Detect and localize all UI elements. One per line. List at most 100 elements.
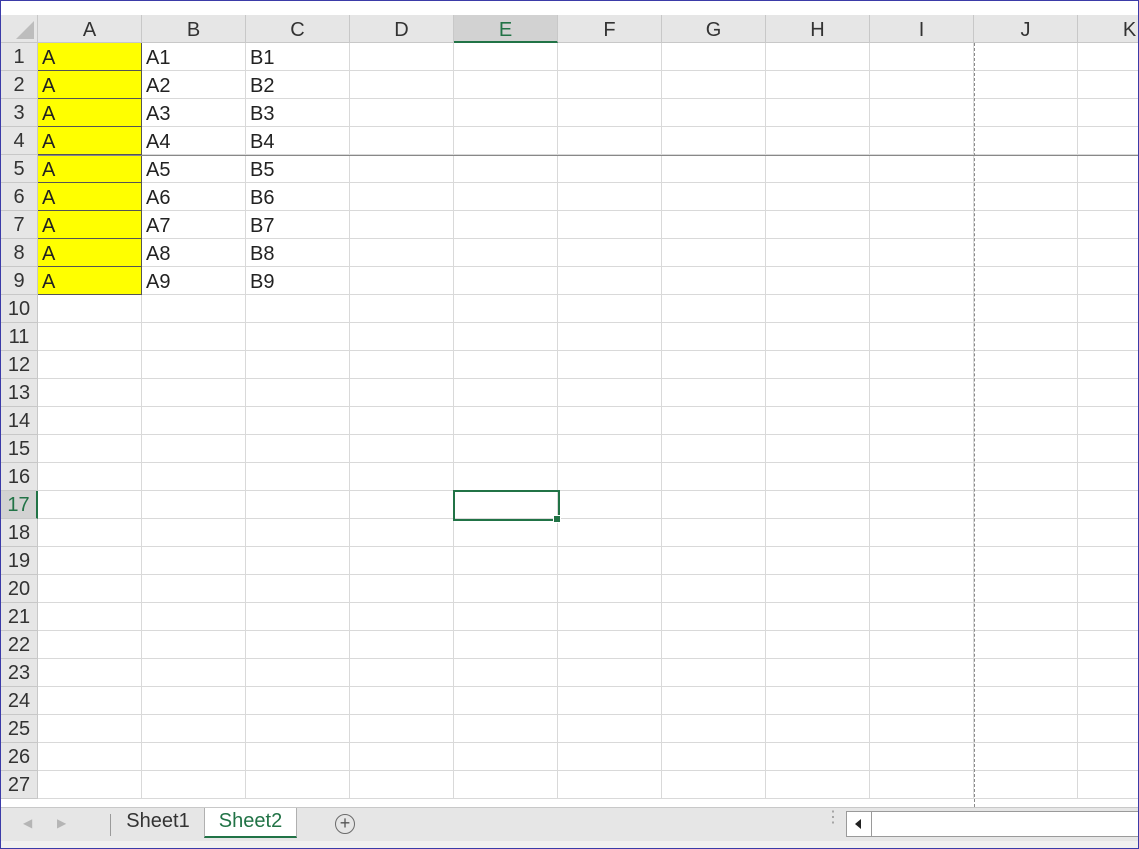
- cell-k2[interactable]: [1078, 71, 1138, 99]
- row-header-12[interactable]: 12: [1, 351, 38, 379]
- cell-f16[interactable]: [558, 463, 662, 491]
- cell-a10[interactable]: [38, 295, 142, 323]
- row-header-16[interactable]: 16: [1, 463, 38, 491]
- cell-g14[interactable]: [662, 407, 766, 435]
- row-header-26[interactable]: 26: [1, 743, 38, 771]
- cell-i26[interactable]: [870, 743, 974, 771]
- cell-e1[interactable]: [454, 43, 558, 71]
- cell-i17[interactable]: [870, 491, 974, 519]
- cell-b18[interactable]: [142, 519, 246, 547]
- cell-k10[interactable]: [1078, 295, 1138, 323]
- cell-i1[interactable]: [870, 43, 974, 71]
- cell-j9[interactable]: [974, 267, 1078, 295]
- cell-a18[interactable]: [38, 519, 142, 547]
- cell-e25[interactable]: [454, 715, 558, 743]
- cell-g26[interactable]: [662, 743, 766, 771]
- cell-i13[interactable]: [870, 379, 974, 407]
- cell-f22[interactable]: [558, 631, 662, 659]
- row-header-22[interactable]: 22: [1, 631, 38, 659]
- cell-g10[interactable]: [662, 295, 766, 323]
- cell-c4[interactable]: B4: [246, 127, 350, 155]
- cell-c12[interactable]: [246, 351, 350, 379]
- cell-j7[interactable]: [974, 211, 1078, 239]
- sheet-tab-sheet1[interactable]: Sheet1: [113, 808, 203, 838]
- cell-h2[interactable]: [766, 71, 870, 99]
- more-dots-icon[interactable]: ⋮: [825, 810, 841, 826]
- fill-handle[interactable]: [553, 515, 561, 523]
- cell-a26[interactable]: [38, 743, 142, 771]
- cell-a16[interactable]: [38, 463, 142, 491]
- cell-g21[interactable]: [662, 603, 766, 631]
- row-header-7[interactable]: 7: [1, 211, 38, 239]
- cell-e22[interactable]: [454, 631, 558, 659]
- cell-d22[interactable]: [350, 631, 454, 659]
- cell-d3[interactable]: [350, 99, 454, 127]
- cell-h5[interactable]: [766, 155, 870, 183]
- cell-e9[interactable]: [454, 267, 558, 295]
- cell-c26[interactable]: [246, 743, 350, 771]
- cell-b4[interactable]: A4: [142, 127, 246, 155]
- cell-j19[interactable]: [974, 547, 1078, 575]
- scroll-tabs-left-icon[interactable]: ◀: [23, 816, 32, 830]
- cell-k14[interactable]: [1078, 407, 1138, 435]
- cell-c8[interactable]: B8: [246, 239, 350, 267]
- cell-b10[interactable]: [142, 295, 246, 323]
- cell-j22[interactable]: [974, 631, 1078, 659]
- cell-i8[interactable]: [870, 239, 974, 267]
- cell-i12[interactable]: [870, 351, 974, 379]
- cell-g23[interactable]: [662, 659, 766, 687]
- cell-g17[interactable]: [662, 491, 766, 519]
- plus-circle-icon[interactable]: +: [335, 814, 355, 834]
- cell-k3[interactable]: [1078, 99, 1138, 127]
- row-header-25[interactable]: 25: [1, 715, 38, 743]
- cell-k15[interactable]: [1078, 435, 1138, 463]
- cell-a15[interactable]: [38, 435, 142, 463]
- cell-b14[interactable]: [142, 407, 246, 435]
- cell-i18[interactable]: [870, 519, 974, 547]
- cell-a6[interactable]: A: [38, 183, 142, 211]
- cell-a22[interactable]: [38, 631, 142, 659]
- cell-h21[interactable]: [766, 603, 870, 631]
- cell-c9[interactable]: B9: [246, 267, 350, 295]
- cell-j27[interactable]: [974, 771, 1078, 799]
- row-header-5[interactable]: 5: [1, 155, 38, 183]
- row-header-4[interactable]: 4: [1, 127, 38, 155]
- cell-h16[interactable]: [766, 463, 870, 491]
- cell-h8[interactable]: [766, 239, 870, 267]
- cell-b13[interactable]: [142, 379, 246, 407]
- row-header-18[interactable]: 18: [1, 519, 38, 547]
- cell-j17[interactable]: [974, 491, 1078, 519]
- cell-e13[interactable]: [454, 379, 558, 407]
- cell-a12[interactable]: [38, 351, 142, 379]
- cell-e15[interactable]: [454, 435, 558, 463]
- cell-a1[interactable]: A: [38, 43, 142, 71]
- cell-k24[interactable]: [1078, 687, 1138, 715]
- cell-j12[interactable]: [974, 351, 1078, 379]
- cell-j5[interactable]: [974, 155, 1078, 183]
- cell-k17[interactable]: [1078, 491, 1138, 519]
- cell-a21[interactable]: [38, 603, 142, 631]
- cell-e2[interactable]: [454, 71, 558, 99]
- cell-d23[interactable]: [350, 659, 454, 687]
- cell-b15[interactable]: [142, 435, 246, 463]
- row-header-11[interactable]: 11: [1, 323, 38, 351]
- cell-c21[interactable]: [246, 603, 350, 631]
- cell-e24[interactable]: [454, 687, 558, 715]
- cell-e27[interactable]: [454, 771, 558, 799]
- cell-i21[interactable]: [870, 603, 974, 631]
- cell-g15[interactable]: [662, 435, 766, 463]
- column-header-d[interactable]: D: [350, 15, 454, 43]
- cell-i7[interactable]: [870, 211, 974, 239]
- cell-d20[interactable]: [350, 575, 454, 603]
- cell-e14[interactable]: [454, 407, 558, 435]
- column-header-a[interactable]: A: [38, 15, 142, 43]
- cell-g2[interactable]: [662, 71, 766, 99]
- cell-h4[interactable]: [766, 127, 870, 155]
- cell-d26[interactable]: [350, 743, 454, 771]
- row-header-24[interactable]: 24: [1, 687, 38, 715]
- cell-b26[interactable]: [142, 743, 246, 771]
- cell-b20[interactable]: [142, 575, 246, 603]
- cell-g24[interactable]: [662, 687, 766, 715]
- cell-h18[interactable]: [766, 519, 870, 547]
- cell-k19[interactable]: [1078, 547, 1138, 575]
